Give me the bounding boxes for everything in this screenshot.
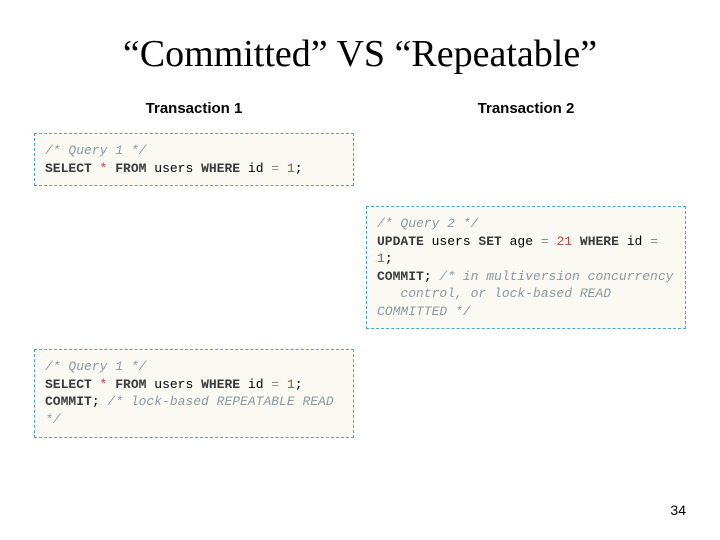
cell-r3c2 bbox=[360, 343, 692, 451]
transaction-table: Transaction 1 Transaction 2 /* Query 1 *… bbox=[28, 94, 692, 452]
column-header-2: Transaction 2 bbox=[360, 94, 692, 127]
cell-r2c2: /* Query 2 */ UPDATE users SET age = 21 … bbox=[360, 200, 692, 343]
code-block-q1b: /* Query 1 */ SELECT * FROM users WHERE … bbox=[34, 349, 354, 437]
code-block-q1a: /* Query 1 */ SELECT * FROM users WHERE … bbox=[34, 133, 354, 186]
page-title: “Committed” VS “Repeatable” bbox=[28, 32, 692, 76]
page-number: 34 bbox=[670, 502, 686, 518]
cell-r3c1: /* Query 1 */ SELECT * FROM users WHERE … bbox=[28, 343, 360, 451]
cell-r1c1: /* Query 1 */ SELECT * FROM users WHERE … bbox=[28, 127, 360, 200]
code-block-q2: /* Query 2 */ UPDATE users SET age = 21 … bbox=[366, 206, 686, 329]
cell-r2c1 bbox=[28, 200, 360, 343]
slide: “Committed” VS “Repeatable” Transaction … bbox=[0, 0, 720, 540]
column-header-1: Transaction 1 bbox=[28, 94, 360, 127]
cell-r1c2 bbox=[360, 127, 692, 200]
